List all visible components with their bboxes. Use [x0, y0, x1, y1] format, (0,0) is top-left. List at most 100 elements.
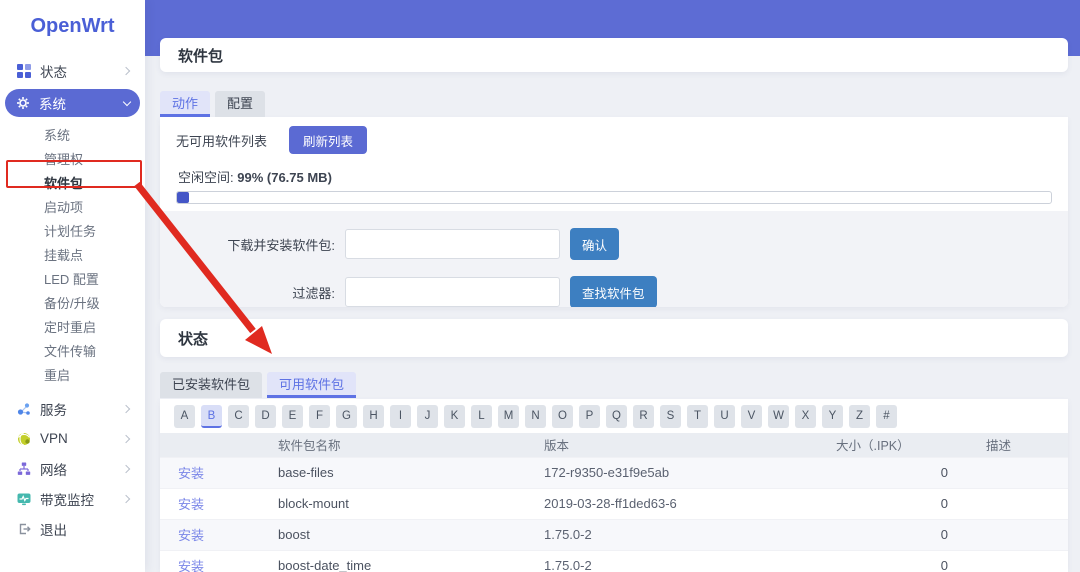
chevron-down-icon: [123, 97, 131, 105]
sidebar-item-services[interactable]: 服务: [6, 394, 139, 423]
sidebar-item-logout[interactable]: 退出: [6, 514, 139, 543]
sidebar-item-label: 状态: [40, 61, 67, 81]
letter-filter[interactable]: F: [309, 405, 330, 428]
letter-filter[interactable]: #: [876, 405, 897, 428]
package-version: 1.75.0-2: [524, 550, 836, 572]
install-link[interactable]: 安装: [160, 457, 272, 488]
table-row: 安装 boost-date_time 1.75.0-2 0: [160, 550, 1068, 572]
letter-filter[interactable]: U: [714, 405, 735, 428]
submenu-item-startup[interactable]: 启动项: [0, 196, 145, 220]
letter-filter[interactable]: S: [660, 405, 681, 428]
letter-filter-active[interactable]: B: [201, 405, 222, 428]
letter-filter[interactable]: G: [336, 405, 357, 428]
package-name: boost: [272, 519, 524, 550]
install-link[interactable]: 安装: [160, 550, 272, 572]
package-table: 软件包名称 版本 大小（.IPK） 描述 安装 base-files 172-r…: [160, 433, 1068, 572]
filter-label: 过滤器:: [160, 283, 345, 302]
package-version: 172-r9350-e31f9e5ab: [524, 457, 836, 488]
openwrt-logo: OpenWrt: [0, 0, 145, 56]
submenu-item-backup[interactable]: 备份/升级: [0, 292, 145, 316]
letter-filter[interactable]: D: [255, 405, 276, 428]
find-package-button[interactable]: 查找软件包: [570, 276, 657, 307]
bandwidth-monitor-icon: [16, 491, 31, 506]
sidebar-item-label: 退出: [40, 519, 67, 539]
letter-filter[interactable]: E: [282, 405, 303, 428]
submenu-item-admin[interactable]: 管理权: [0, 148, 145, 172]
submenu-item-cron[interactable]: 计划任务: [0, 220, 145, 244]
letter-filter[interactable]: W: [768, 405, 789, 428]
letter-filter[interactable]: K: [444, 405, 465, 428]
sidebar-item-status[interactable]: 状态: [6, 57, 139, 84]
table-row: 安装 base-files 172-r9350-e31f9e5ab 0: [160, 457, 1068, 488]
col-action: [160, 433, 272, 457]
chevron-right-icon: [122, 66, 130, 74]
submenu-item-led[interactable]: LED 配置: [0, 268, 145, 292]
download-install-input[interactable]: [345, 229, 560, 259]
col-package-name: 软件包名称: [272, 433, 524, 457]
letter-filter[interactable]: T: [687, 405, 708, 428]
package-table-panel: A B C D E F G H I J K L M N O P Q R S T …: [160, 399, 1068, 572]
tab-installed-packages[interactable]: 已安装软件包: [160, 372, 262, 398]
submenu-item-packages[interactable]: 软件包: [0, 172, 145, 196]
action-panel: 无可用软件列表 刷新列表 空闲空间: 99% (76.75 MB) 下载并安装软…: [160, 117, 1068, 307]
sidebar-item-vpn[interactable]: VPN: [6, 424, 139, 453]
letter-filter[interactable]: Q: [606, 405, 627, 428]
disk-usage-progressbar: [176, 191, 1052, 204]
tab-action[interactable]: 动作: [160, 91, 210, 117]
letter-filter[interactable]: R: [633, 405, 654, 428]
chevron-right-icon: [122, 404, 130, 412]
letter-filter[interactable]: Z: [849, 405, 870, 428]
letter-filter[interactable]: L: [471, 405, 492, 428]
tab-available-packages[interactable]: 可用软件包: [267, 372, 356, 398]
install-link[interactable]: 安装: [160, 488, 272, 519]
letter-filter[interactable]: C: [228, 405, 249, 428]
submenu-item-mounts[interactable]: 挂载点: [0, 244, 145, 268]
services-icon: [16, 401, 31, 416]
letter-filter[interactable]: M: [498, 405, 519, 428]
submenu-item-reboot[interactable]: 重启: [0, 364, 145, 388]
letter-filter[interactable]: J: [417, 405, 438, 428]
letter-filter[interactable]: H: [363, 405, 384, 428]
letter-filter[interactable]: O: [552, 405, 573, 428]
letter-filter[interactable]: I: [390, 405, 411, 428]
submenu-item-file-transfer[interactable]: 文件传输: [0, 340, 145, 364]
sidebar-item-label: VPN: [40, 431, 68, 446]
table-row: 安装 boost 1.75.0-2 0: [160, 519, 1068, 550]
table-header-row: 软件包名称 版本 大小（.IPK） 描述: [160, 433, 1068, 457]
sidebar-bottom-nav: 服务 VPN 网络 带宽监控 退: [0, 394, 145, 543]
sidebar-item-label: 系统: [39, 93, 66, 113]
download-install-label: 下载并安装软件包:: [160, 235, 345, 254]
refresh-list-button[interactable]: 刷新列表: [289, 126, 367, 154]
letter-filter[interactable]: A: [174, 405, 195, 428]
filter-input[interactable]: [345, 277, 560, 307]
submenu-item-scheduled-reboot[interactable]: 定时重启: [0, 316, 145, 340]
letter-filter[interactable]: N: [525, 405, 546, 428]
sidebar-item-label: 带宽监控: [40, 489, 94, 509]
gear-icon: [15, 96, 30, 111]
letter-filter[interactable]: Y: [822, 405, 843, 428]
vpn-globe-icon: [16, 431, 31, 446]
letter-filter[interactable]: V: [741, 405, 762, 428]
package-list-section: 无可用软件列表 刷新列表 空闲空间: 99% (76.75 MB): [160, 117, 1068, 211]
chevron-right-icon: [122, 494, 130, 502]
sidebar-item-bandwidth[interactable]: 带宽监控: [6, 484, 139, 513]
package-desc: [960, 550, 1068, 572]
package-version: 2019-03-28-ff1ded63-6: [524, 488, 836, 519]
confirm-button[interactable]: 确认: [570, 228, 619, 260]
sidebar-item-system[interactable]: 系统: [5, 89, 140, 117]
col-size: 大小（.IPK）: [836, 433, 960, 457]
submenu-item-system[interactable]: 系统: [0, 124, 145, 148]
letter-filter[interactable]: X: [795, 405, 816, 428]
chevron-right-icon: [122, 434, 130, 442]
tab-config[interactable]: 配置: [215, 91, 265, 117]
package-version: 1.75.0-2: [524, 519, 836, 550]
package-size: 0: [836, 457, 960, 488]
install-form-section: 下载并安装软件包: 确认 过滤器: 查找软件包: [160, 211, 1068, 307]
network-icon: [16, 461, 31, 476]
letter-filter[interactable]: P: [579, 405, 600, 428]
install-link[interactable]: 安装: [160, 519, 272, 550]
package-size: 0: [836, 519, 960, 550]
action-tabs: 动作 配置: [160, 91, 265, 117]
sidebar-item-network[interactable]: 网络: [6, 454, 139, 483]
free-space-line: 空闲空间: 99% (76.75 MB): [178, 167, 1050, 186]
